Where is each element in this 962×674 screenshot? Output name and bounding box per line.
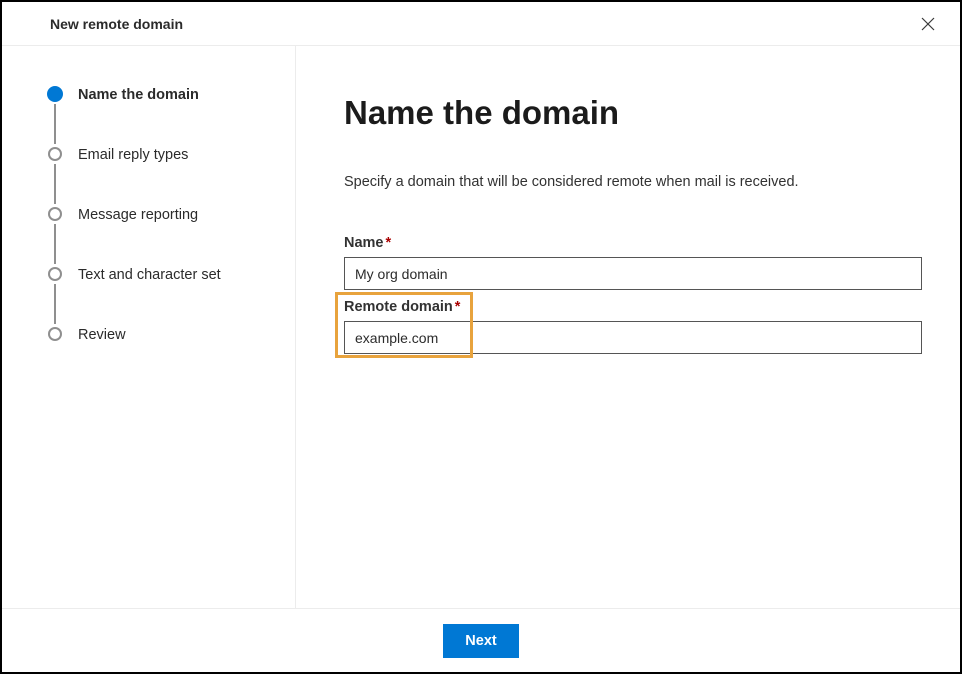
remote-domain-field: Remote domain* (344, 298, 922, 354)
dialog-footer: Next (2, 608, 960, 672)
step-review[interactable]: Review (48, 326, 271, 344)
step-connector (54, 164, 56, 204)
step-label: Message reporting (78, 207, 198, 223)
dialog-title: New remote domain (50, 16, 183, 32)
step-label: Text and character set (78, 267, 221, 283)
step-dot-icon (47, 86, 63, 102)
name-label-text: Name (344, 235, 384, 251)
name-input[interactable] (344, 257, 922, 290)
remote-domain-label-text: Remote domain (344, 299, 453, 315)
remote-domain-input[interactable] (344, 321, 922, 354)
step-name-domain[interactable]: Name the domain (48, 86, 271, 146)
dialog-header: New remote domain (2, 2, 960, 46)
required-mark: * (386, 235, 392, 251)
step-connector (54, 224, 56, 264)
name-field: Name* (344, 234, 922, 290)
step-dot-icon (48, 267, 62, 281)
step-label: Email reply types (78, 147, 188, 163)
step-connector (54, 284, 56, 324)
next-button[interactable]: Next (443, 624, 518, 658)
required-mark: * (455, 299, 461, 315)
main-content: Name the domain Specify a domain that wi… (296, 46, 960, 608)
page-description: Specify a domain that will be considered… (344, 174, 922, 190)
step-message-reporting[interactable]: Message reporting (48, 206, 271, 266)
step-text-charset[interactable]: Text and character set (48, 266, 271, 326)
page-title: Name the domain (344, 94, 922, 132)
step-label: Review (78, 327, 126, 343)
wizard-steps-sidebar: Name the domain Email reply types Messag… (2, 46, 296, 608)
close-icon (921, 17, 935, 31)
step-email-reply-types[interactable]: Email reply types (48, 146, 271, 206)
step-dot-icon (48, 207, 62, 221)
name-label: Name* (344, 235, 391, 251)
step-label: Name the domain (78, 87, 199, 103)
step-connector (54, 104, 56, 144)
step-dot-icon (48, 327, 62, 341)
close-button[interactable] (918, 14, 938, 34)
remote-domain-label: Remote domain* (344, 299, 460, 315)
step-dot-icon (48, 147, 62, 161)
